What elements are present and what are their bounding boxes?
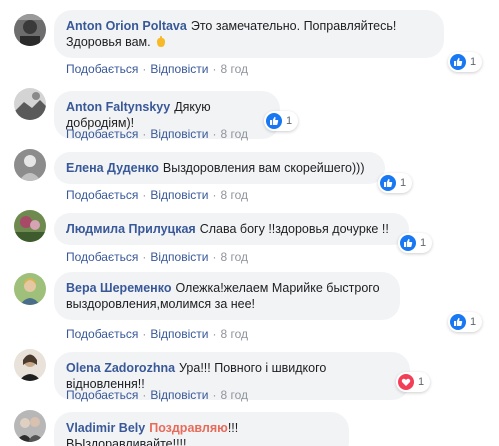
comment-actions: Подобається · Відповісти · 8 год [66, 250, 248, 264]
timestamp[interactable]: 8 год [220, 388, 248, 402]
like-icon [450, 54, 466, 70]
avatar[interactable] [14, 149, 46, 181]
like-icon [266, 113, 282, 129]
heart-icon [398, 374, 414, 390]
separator: · [212, 62, 217, 76]
reaction-count[interactable]: 1 [378, 173, 413, 193]
like-icon [450, 314, 466, 330]
comment-text: Слава богу !!здоровья дочурке !! [199, 222, 389, 236]
comment-bubble: Vladimir Bely Поздравляю!!!ВЫздоравливайт… [54, 412, 349, 446]
hand-emoji-icon [154, 35, 167, 48]
comment-actions: Подобається · Відповісти · 8 год [66, 127, 248, 141]
reaction-count-label: 1 [400, 177, 407, 189]
separator: · [212, 388, 217, 402]
avatar[interactable] [14, 210, 46, 242]
reaction-count-label: 1 [418, 376, 425, 388]
highlighted-word: Поздравляю [149, 421, 228, 435]
comment-author[interactable]: Елена Дуденко [66, 161, 159, 175]
comment-bubble: Вера Шеременко Олежка!желаем Марийке быст… [54, 272, 400, 320]
separator: · [142, 250, 147, 264]
timestamp[interactable]: 8 год [220, 127, 248, 141]
comment-text: Выздоровления вам скорейшего))) [162, 161, 365, 175]
comment-bubble: Anton Orion Poltava Это замечательно. Поп… [54, 10, 444, 58]
separator: · [142, 388, 147, 402]
like-link[interactable]: Подобається [66, 250, 138, 264]
reaction-count-label: 1 [470, 316, 477, 328]
reaction-count-label: 1 [470, 56, 477, 68]
reaction-count-label: 1 [286, 115, 293, 127]
reaction-count-label: 1 [420, 237, 427, 249]
comment-author[interactable]: Людмила Прилуцкая [66, 222, 196, 236]
separator: · [142, 62, 147, 76]
reply-link[interactable]: Відповісти [150, 250, 208, 264]
separator: · [142, 188, 147, 202]
separator: · [212, 327, 217, 341]
separator: · [142, 327, 147, 341]
comment-actions: Подобається · Відповісти · 8 год [66, 188, 248, 202]
reaction-count[interactable]: 1 [398, 233, 433, 253]
timestamp[interactable]: 8 год [220, 188, 248, 202]
reply-link[interactable]: Відповісти [150, 62, 208, 76]
reply-link[interactable]: Відповісти [150, 127, 208, 141]
like-icon [400, 235, 416, 251]
timestamp[interactable]: 8 год [220, 250, 248, 264]
reaction-count[interactable]: 1 [448, 52, 483, 72]
comment-bubble: Людмила Прилуцкая Слава богу !!здоровья д… [54, 213, 409, 245]
reply-link[interactable]: Відповісти [150, 188, 208, 202]
like-link[interactable]: Подобається [66, 388, 138, 402]
like-link[interactable]: Подобається [66, 62, 138, 76]
comment-author[interactable]: Anton Faltynskyy [66, 100, 170, 114]
reply-link[interactable]: Відповісти [150, 388, 208, 402]
reply-link[interactable]: Відповісти [150, 327, 208, 341]
comment-author[interactable]: Вера Шеременко [66, 281, 171, 295]
avatar[interactable] [14, 14, 46, 46]
avatar[interactable] [14, 273, 46, 305]
separator: · [212, 250, 217, 264]
avatar[interactable] [14, 88, 46, 120]
comment-author[interactable]: Olena Zadorozhna [66, 361, 175, 375]
reaction-count[interactable]: 1 [264, 111, 299, 131]
comment-actions: Подобається · Відповісти · 8 год [66, 327, 248, 341]
like-link[interactable]: Подобається [66, 327, 138, 341]
separator: · [212, 188, 217, 202]
comment-author[interactable]: Anton Orion Poltava [66, 19, 187, 33]
avatar[interactable] [14, 410, 46, 442]
comment-author[interactable]: Vladimir Bely [66, 421, 145, 435]
separator: · [212, 127, 217, 141]
comment-bubble: Елена Дуденко Выздоровления вам скорейшег… [54, 152, 385, 184]
comment-actions: Подобається · Відповісти · 8 год [66, 388, 248, 402]
comment-actions: Подобається · Відповісти · 8 год [66, 62, 248, 76]
separator: · [142, 127, 147, 141]
reaction-count[interactable]: 1 [448, 312, 483, 332]
avatar[interactable] [14, 349, 46, 381]
like-icon [380, 175, 396, 191]
like-link[interactable]: Подобається [66, 188, 138, 202]
reaction-count[interactable]: 1 [396, 372, 431, 392]
timestamp[interactable]: 8 год [220, 327, 248, 341]
like-link[interactable]: Подобається [66, 127, 138, 141]
timestamp[interactable]: 8 год [220, 62, 248, 76]
